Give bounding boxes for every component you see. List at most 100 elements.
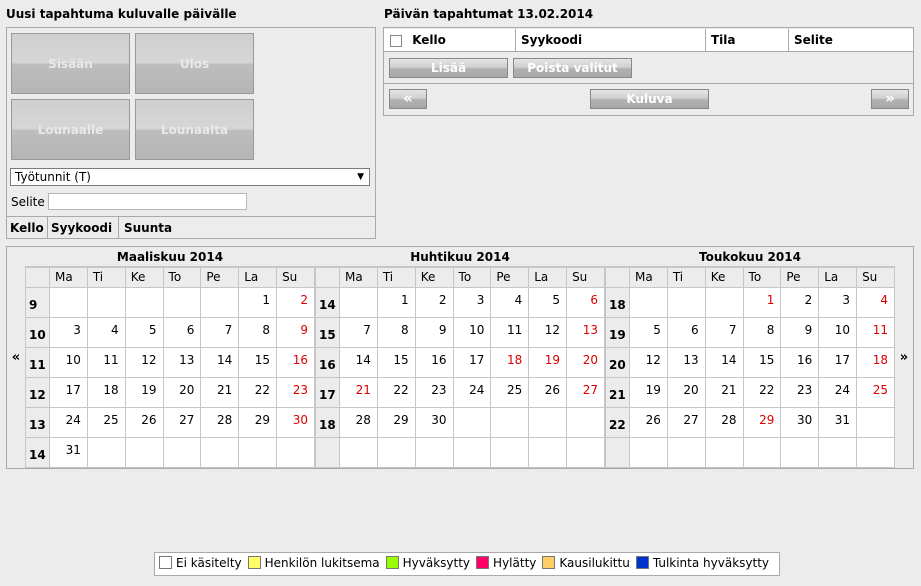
calendar-day[interactable]: 15 xyxy=(376,347,416,378)
calendar-day[interactable]: 21 xyxy=(339,377,378,408)
calendar-day[interactable]: 30 xyxy=(414,407,454,438)
selite-input[interactable] xyxy=(48,193,247,210)
calendar-day[interactable]: 2 xyxy=(414,287,454,318)
calendar-day[interactable]: 7 xyxy=(200,317,240,348)
prev-month-button[interactable]: « xyxy=(7,247,25,468)
calendar-day[interactable]: 23 xyxy=(780,377,820,408)
calendar-day[interactable]: 25 xyxy=(856,377,895,408)
calendar-day[interactable]: 19 xyxy=(528,347,568,378)
calendar-day[interactable]: 22 xyxy=(742,377,782,408)
calendar-day[interactable]: 3 xyxy=(452,287,492,318)
calendar-day[interactable]: 18 xyxy=(856,347,895,378)
calendar-day[interactable]: 5 xyxy=(528,287,568,318)
calendar-day[interactable]: 3 xyxy=(49,317,88,348)
calendar-day[interactable]: 31 xyxy=(818,407,858,438)
calendar-day[interactable]: 27 xyxy=(566,377,605,408)
calendar-day[interactable]: 1 xyxy=(238,287,278,318)
calendar-day[interactable]: 23 xyxy=(276,377,315,408)
calendar-day[interactable]: 18 xyxy=(86,377,126,408)
calendar-day[interactable]: 30 xyxy=(276,407,315,438)
calendar-day[interactable]: 16 xyxy=(780,347,820,378)
calendar-day[interactable]: 14 xyxy=(704,347,744,378)
calendar-day[interactable]: 10 xyxy=(818,317,858,348)
calendar-day[interactable]: 13 xyxy=(566,317,605,348)
calendar-day[interactable]: 8 xyxy=(742,317,782,348)
calendar-day[interactable]: 31 xyxy=(49,437,88,468)
calendar-day[interactable]: 19 xyxy=(629,377,668,408)
calendar-day[interactable]: 11 xyxy=(86,347,126,378)
calendar-day[interactable]: 26 xyxy=(528,377,568,408)
calendar-day[interactable]: 2 xyxy=(276,287,315,318)
calendar-day[interactable]: 18 xyxy=(490,347,530,378)
calendar-day[interactable]: 17 xyxy=(452,347,492,378)
calendar-day[interactable]: 13 xyxy=(162,347,202,378)
calendar-day[interactable]: 12 xyxy=(124,347,164,378)
current-day-button[interactable]: Kuluva xyxy=(590,89,709,109)
next-month-button[interactable]: » xyxy=(895,247,913,468)
calendar-day[interactable]: 1 xyxy=(742,287,782,318)
calendar-day[interactable]: 16 xyxy=(276,347,315,378)
lounaalta-button[interactable]: Lounaalta xyxy=(135,99,254,160)
calendar-day[interactable]: 15 xyxy=(238,347,278,378)
calendar-day[interactable]: 24 xyxy=(49,407,88,438)
prev-day-button[interactable]: « xyxy=(389,89,427,109)
calendar-day[interactable]: 22 xyxy=(238,377,278,408)
calendar-day[interactable]: 28 xyxy=(704,407,744,438)
calendar-day[interactable]: 16 xyxy=(414,347,454,378)
calendar-day[interactable]: 26 xyxy=(629,407,668,438)
calendar-day[interactable]: 29 xyxy=(742,407,782,438)
calendar-day[interactable]: 19 xyxy=(124,377,164,408)
calendar-day[interactable]: 11 xyxy=(856,317,895,348)
calendar-day[interactable]: 21 xyxy=(704,377,744,408)
calendar-day[interactable]: 24 xyxy=(818,377,858,408)
calendar-day[interactable]: 4 xyxy=(856,287,895,318)
calendar-day[interactable]: 12 xyxy=(528,317,568,348)
calendar-day[interactable]: 23 xyxy=(414,377,454,408)
calendar-day[interactable]: 22 xyxy=(376,377,416,408)
calendar-day[interactable]: 17 xyxy=(49,377,88,408)
calendar-day[interactable]: 6 xyxy=(566,287,605,318)
add-button[interactable]: Lisää xyxy=(389,58,508,78)
calendar-day[interactable]: 8 xyxy=(376,317,416,348)
calendar-day[interactable]: 10 xyxy=(49,347,88,378)
sisaan-button[interactable]: Sisään xyxy=(11,33,130,94)
calendar-day[interactable]: 7 xyxy=(339,317,378,348)
calendar-day[interactable]: 9 xyxy=(276,317,315,348)
calendar-day[interactable]: 14 xyxy=(339,347,378,378)
calendar-day[interactable]: 6 xyxy=(162,317,202,348)
calendar-day[interactable]: 2 xyxy=(780,287,820,318)
ulos-button[interactable]: Ulos xyxy=(135,33,254,94)
calendar-day[interactable]: 29 xyxy=(376,407,416,438)
calendar-day[interactable]: 25 xyxy=(86,407,126,438)
calendar-day[interactable]: 9 xyxy=(780,317,820,348)
calendar-day[interactable]: 7 xyxy=(704,317,744,348)
calendar-day[interactable]: 9 xyxy=(414,317,454,348)
calendar-day[interactable]: 6 xyxy=(666,317,706,348)
select-all-checkbox[interactable] xyxy=(390,34,402,47)
calendar-day[interactable]: 3 xyxy=(818,287,858,318)
calendar-day[interactable]: 17 xyxy=(818,347,858,378)
calendar-day[interactable]: 26 xyxy=(124,407,164,438)
calendar-day[interactable]: 29 xyxy=(238,407,278,438)
calendar-day[interactable]: 5 xyxy=(124,317,164,348)
calendar-day[interactable]: 27 xyxy=(162,407,202,438)
calendar-day[interactable]: 21 xyxy=(200,377,240,408)
lounaalle-button[interactable]: Lounaalle xyxy=(11,99,130,160)
calendar-day[interactable]: 15 xyxy=(742,347,782,378)
calendar-day[interactable]: 20 xyxy=(566,347,605,378)
calendar-day[interactable]: 25 xyxy=(490,377,530,408)
calendar-day[interactable]: 12 xyxy=(629,347,668,378)
calendar-day[interactable]: 11 xyxy=(490,317,530,348)
calendar-day[interactable]: 1 xyxy=(376,287,416,318)
calendar-day[interactable]: 28 xyxy=(339,407,378,438)
calendar-day[interactable]: 30 xyxy=(780,407,820,438)
calendar-day[interactable]: 20 xyxy=(666,377,706,408)
calendar-day[interactable]: 28 xyxy=(200,407,240,438)
remove-selected-button[interactable]: Poista valitut xyxy=(513,58,632,78)
calendar-day[interactable]: 4 xyxy=(490,287,530,318)
calendar-day[interactable]: 27 xyxy=(666,407,706,438)
reason-code-select[interactable]: Työtunnit (T) ▼ xyxy=(10,168,370,186)
calendar-day[interactable]: 8 xyxy=(238,317,278,348)
calendar-day[interactable]: 14 xyxy=(200,347,240,378)
calendar-day[interactable]: 20 xyxy=(162,377,202,408)
